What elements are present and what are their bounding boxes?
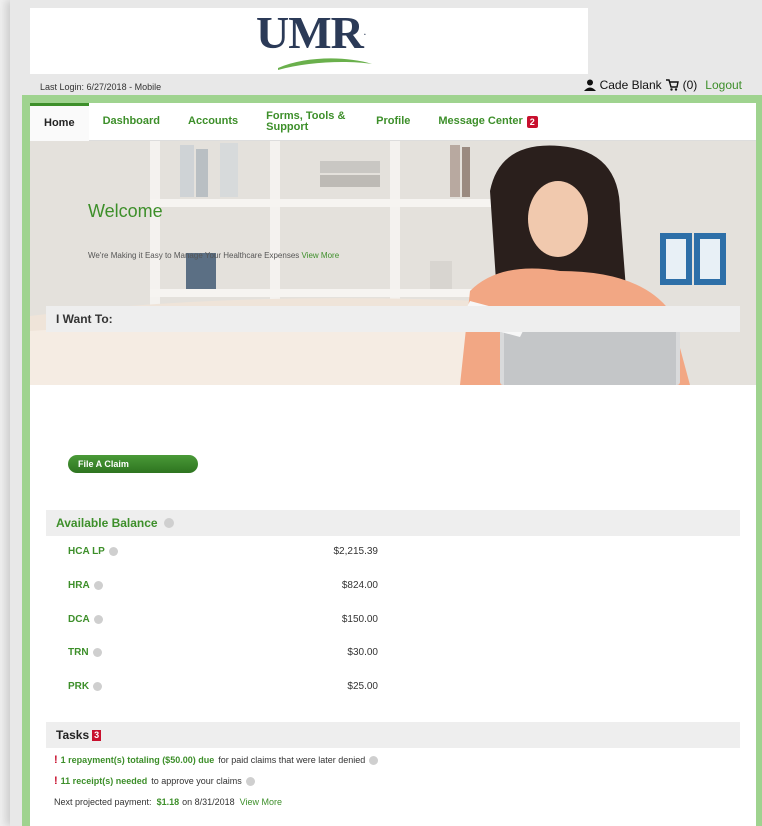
balance-row-trn: TRN $30.00 — [68, 644, 378, 660]
repayment-note: for paid claims that were later denied — [218, 755, 366, 765]
logout-link[interactable]: Logout — [705, 78, 742, 92]
i-want-to-title: I Want To: — [56, 312, 113, 326]
user-name[interactable]: Cade Blank — [600, 78, 662, 92]
receipts-link[interactable]: 11 receipt(s) needed — [61, 776, 148, 786]
next-payment-amount: $1.18 — [156, 797, 180, 807]
main-nav: Home Dashboard Accounts Forms, Tools & S… — [30, 102, 756, 141]
info-icon[interactable] — [93, 681, 103, 691]
logo-swoosh-icon — [278, 58, 372, 70]
next-payment-label: Next projected payment: — [54, 797, 152, 807]
account-amount: $30.00 — [347, 646, 378, 658]
alert-icon: ! — [54, 754, 58, 766]
logo-banner: UMR. — [30, 8, 588, 74]
info-icon[interactable] — [369, 755, 379, 765]
account-amount: $2,215.39 — [333, 545, 379, 557]
hero-banner: Welcome We're Making it Easy to Manage Y… — [30, 141, 756, 385]
info-icon[interactable] — [92, 647, 102, 657]
receipts-note: to approve your claims — [151, 776, 242, 786]
message-count-badge: 2 — [526, 115, 538, 128]
user-icon — [583, 79, 596, 91]
available-balance-header: Available Balance — [46, 510, 740, 536]
tasks-view-more-link[interactable]: View More — [240, 797, 282, 807]
account-name[interactable]: TRN — [68, 647, 89, 658]
tasks-title: Tasks — [56, 728, 90, 742]
account-amount: $824.00 — [341, 579, 378, 591]
welcome-heading: Welcome — [88, 201, 163, 221]
balance-row-dca: DCA $150.00 — [68, 611, 378, 627]
alert-icon: ! — [54, 775, 58, 787]
repayment-link[interactable]: 1 repayment(s) totaling ($50.00) due — [61, 755, 215, 765]
file-a-claim-button[interactable]: File A Claim — [68, 455, 198, 473]
account-name[interactable]: HCA LP — [68, 546, 105, 557]
nav-dashboard[interactable]: Dashboard — [89, 103, 174, 141]
cart-count[interactable]: (0) — [683, 78, 698, 92]
tasks-header: Tasks 3 — [46, 722, 740, 748]
nav-accounts[interactable]: Accounts — [174, 103, 252, 141]
umr-logo[interactable]: UMR. — [256, 8, 376, 58]
tasks-count-badge: 3 — [92, 729, 102, 741]
balance-row-hca-lp: HCA LP $2,215.39 — [68, 543, 378, 559]
info-icon[interactable] — [108, 546, 118, 556]
account-name[interactable]: PRK — [68, 681, 89, 692]
cart-icon[interactable] — [665, 79, 679, 91]
task-repayment: ! 1 repayment(s) totaling ($50.00) due f… — [54, 754, 379, 766]
nav-forms-tools-support[interactable]: Forms, Tools & Support — [252, 103, 362, 141]
hero-tagline: We're Making it Easy to Manage Your Heal… — [88, 251, 339, 260]
tagline-text: We're Making it Easy to Manage Your Heal… — [88, 251, 300, 260]
hero-photo — [30, 141, 756, 385]
next-payment-date: on 8/31/2018 — [182, 797, 235, 807]
hero-view-more-link[interactable]: View More — [302, 251, 340, 260]
i-want-to-header: I Want To: — [46, 306, 740, 332]
account-name[interactable]: DCA — [68, 614, 90, 625]
info-icon[interactable] — [245, 776, 255, 786]
nav-home[interactable]: Home — [30, 102, 89, 141]
account-name[interactable]: HRA — [68, 580, 90, 591]
info-icon[interactable] — [163, 518, 174, 528]
account-amount: $25.00 — [347, 680, 378, 692]
nav-message-center[interactable]: Message Center 2 — [424, 103, 551, 141]
balance-row-prk: PRK $25.00 — [68, 678, 378, 694]
account-amount: $150.00 — [341, 613, 378, 625]
task-receipts: ! 11 receipt(s) needed to approve your c… — [54, 775, 255, 787]
nav-profile[interactable]: Profile — [362, 103, 424, 141]
info-icon[interactable] — [93, 614, 103, 624]
next-payment: Next projected payment: $1.18 on 8/31/20… — [54, 797, 282, 807]
info-icon[interactable] — [93, 580, 103, 590]
last-login-text: Last Login: 6/27/2018 - Mobile — [40, 82, 162, 92]
available-balance-title: Available Balance — [56, 516, 158, 530]
user-bar: Cade Blank (0) Logout — [583, 78, 742, 92]
balance-row-hra: HRA $824.00 — [68, 577, 378, 593]
